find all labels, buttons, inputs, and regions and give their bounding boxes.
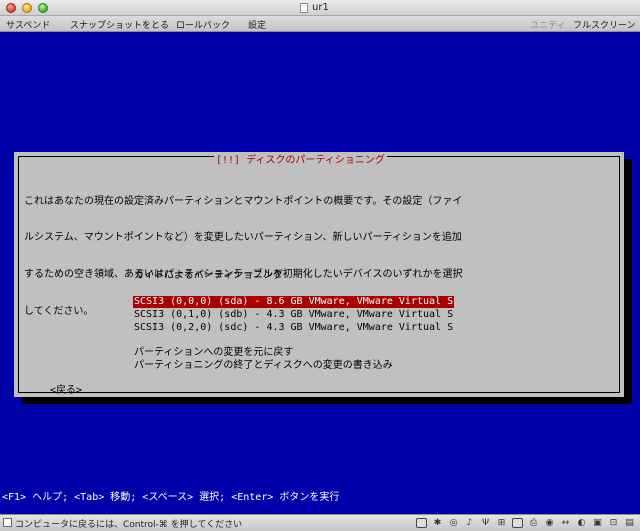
arrows-icon[interactable]: ↔	[559, 517, 572, 529]
document-icon	[300, 2, 308, 13]
bluetooth-icon[interactable]: ✱	[431, 517, 444, 529]
window-title-text: ur1	[312, 2, 329, 13]
rollback-button[interactable]: ロールバック	[176, 18, 230, 31]
menu-item-guided[interactable]: ガイドによるパーティショニング	[134, 270, 283, 282]
audio-icon[interactable]: ♪	[463, 517, 476, 529]
lock-icon[interactable]: ⊡	[607, 517, 620, 529]
network-icon[interactable]: ⊞	[495, 517, 508, 529]
zoom-button[interactable]	[38, 3, 48, 13]
back-button[interactable]: <戻る>	[50, 385, 82, 397]
menu-item-disk-sdc[interactable]: SCSI3 (0,2,0) (sdc) - 4.3 GB VMware, VMw…	[134, 322, 453, 334]
window-titlebar: ur1	[0, 0, 640, 16]
sound-icon[interactable]: ◐	[575, 517, 588, 529]
snapshot-button[interactable]: スナップショットをとる	[70, 18, 169, 31]
cd-icon[interactable]: ◎	[447, 517, 460, 529]
vm-window-icon	[3, 518, 12, 527]
status-bar: コンピュータに戻るには、Control-⌘ を押してください ✱ ◎ ♪ Ψ ⊞…	[0, 514, 640, 531]
hdd-icon[interactable]	[415, 517, 428, 529]
status-text: コンピュータに戻るには、Control-⌘ を押してください	[15, 520, 243, 530]
suspend-button[interactable]: サスペンド	[6, 18, 50, 31]
fullscreen-button[interactable]: フルスクリーン	[573, 18, 636, 31]
printer-icon[interactable]: ⎙	[527, 517, 540, 529]
description-line: するための空き領域、あるいはパーティションテーブルを初期化したいデバイスのいずれ…	[24, 269, 463, 281]
help-bar: <F1> ヘルプ; <Tab> 移動; <スペース> 選択; <Enter> ボ…	[2, 492, 340, 503]
unity-button[interactable]: ユニティ	[530, 18, 565, 31]
partition-dialog: [!!] ディスクのパーティショニング これはあなたの現在の設定済みパーティショ…	[14, 152, 624, 397]
description-line: ルシステム、マウントポイントなど）を変更したいパーティション、新しいパーティショ…	[24, 232, 462, 244]
vm-screen[interactable]: [!!] ディスクのパーティショニング これはあなたの現在の設定済みパーティショ…	[0, 32, 640, 514]
settings-button[interactable]: 設定	[248, 18, 266, 31]
dialog-title: [!!] ディスクのパーティショニング	[214, 155, 387, 168]
menu-item-finish[interactable]: パーティショニングの終了とディスクへの変更の書き込み	[134, 360, 393, 372]
close-button[interactable]	[6, 3, 16, 13]
minimize-button[interactable]	[22, 3, 32, 13]
device-icons: ✱ ◎ ♪ Ψ ⊞ ⎙ ◉ ↔ ◐ ▣ ⊡ ▤	[415, 517, 636, 529]
shared-folder-icon[interactable]: ▣	[591, 517, 604, 529]
keyboard-icon[interactable]: ▤	[623, 517, 636, 529]
vm-toolbar: サスペンド スナップショットをとる ロールバック 設定 ユニティ フルスクリーン	[0, 16, 640, 32]
floppy-icon[interactable]	[511, 517, 524, 529]
menu-item-undo[interactable]: パーティションへの変更を元に戻す	[134, 347, 293, 359]
menu-item-disk-sdb[interactable]: SCSI3 (0,1,0) (sdb) - 4.3 GB VMware, VMw…	[134, 309, 453, 321]
camera-icon[interactable]: ◉	[543, 517, 556, 529]
usb-icon[interactable]: Ψ	[479, 517, 492, 529]
menu-item-disk-sda[interactable]: SCSI3 (0,0,0) (sda) - 8.6 GB VMware, VMw…	[133, 296, 455, 309]
description-line: これはあなたの現在の設定済みパーティションとマウントポイントの概要です。その設定…	[24, 195, 463, 207]
window-title: ur1	[300, 2, 329, 13]
